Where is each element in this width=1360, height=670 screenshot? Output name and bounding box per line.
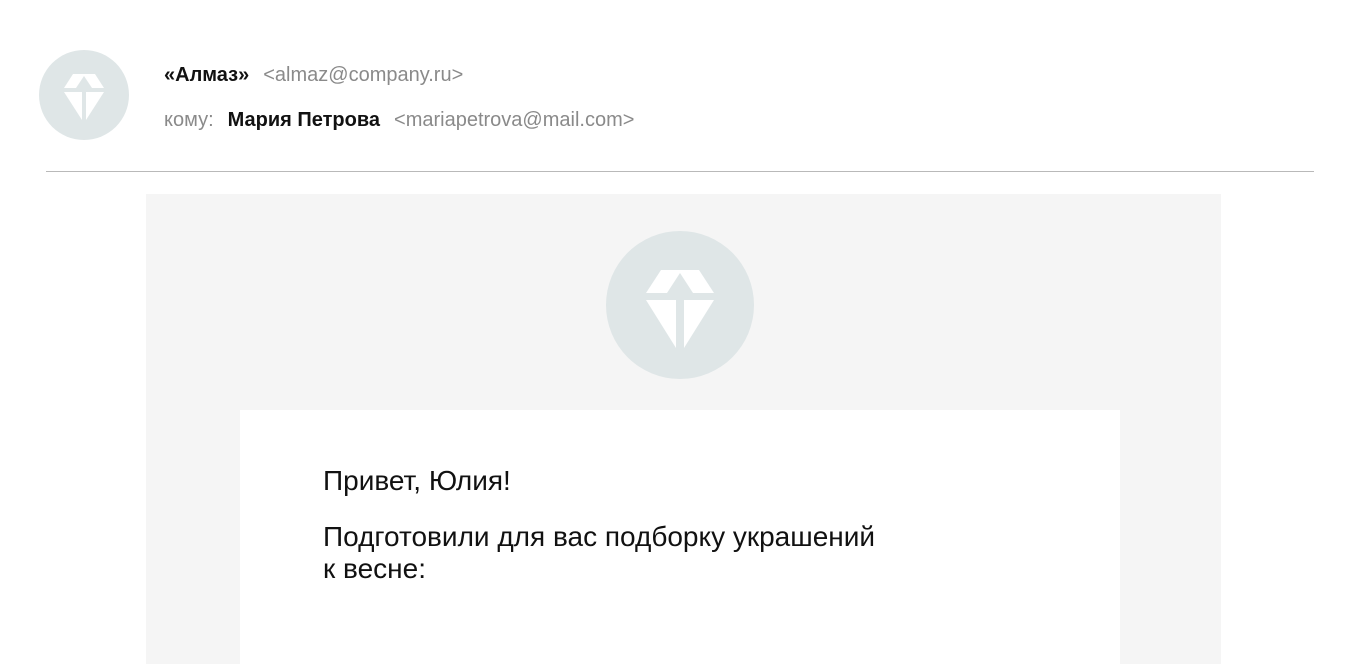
- sender-line: «Алмаз» <almaz@company.ru>: [164, 62, 463, 88]
- recipient-label: кому:: [164, 109, 214, 131]
- diamond-icon: [64, 74, 104, 120]
- recipient-name[interactable]: Мария Петрова: [228, 109, 380, 131]
- diamond-icon: [646, 270, 714, 348]
- sender-avatar[interactable]: [39, 50, 129, 140]
- recipient-email[interactable]: <mariapetrova@mail.com>: [394, 109, 634, 131]
- recipient-line: кому: Мария Петрова <mariapetrova@mail.com…: [164, 107, 634, 133]
- sender-email[interactable]: <almaz@company.ru>: [263, 64, 463, 86]
- sender-name[interactable]: «Алмаз»: [164, 64, 249, 86]
- greeting-text: Привет, Юлия!: [323, 465, 511, 496]
- message-card: Привет, Юлия! Подготовили для вас подбор…: [240, 410, 1120, 670]
- email-body: Привет, Юлия! Подготовили для вас подбор…: [146, 194, 1221, 670]
- header-divider: [46, 171, 1314, 172]
- intro-text: Подготовили для вас подборку украшений к…: [323, 521, 876, 584]
- brand-logo: [606, 231, 754, 379]
- email-header: «Алмаз» <almaz@company.ru> кому: Мария Пет…: [0, 0, 1360, 172]
